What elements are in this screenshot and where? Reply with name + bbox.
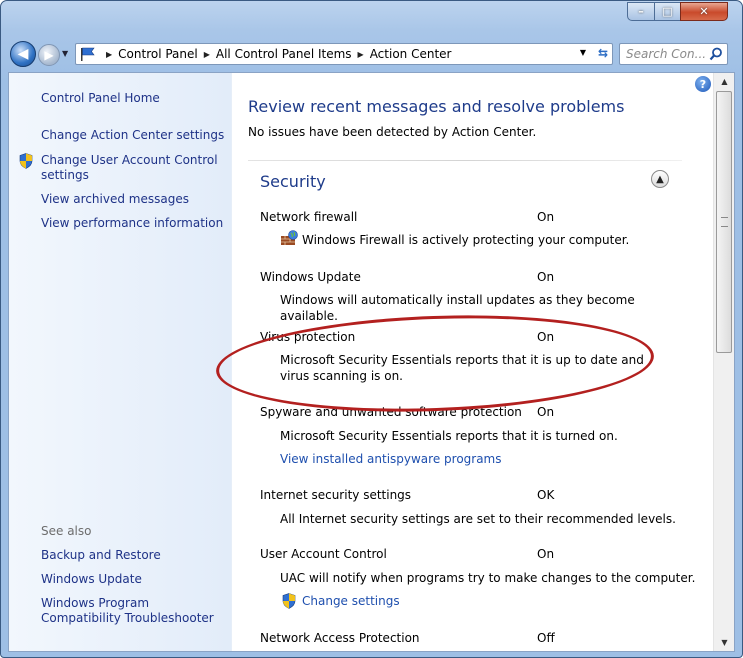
firewall-icon — [280, 230, 298, 246]
row-status-network-firewall: On — [537, 210, 555, 224]
row-status-virus-protection: On — [537, 330, 555, 344]
row-desc-virus-protection: Microsoft Security Essentials reports th… — [280, 353, 644, 383]
main-content: Review recent messages and resolve probl… — [232, 73, 713, 651]
see-also-heading: See also — [41, 524, 92, 538]
close-icon: ✕ — [699, 5, 709, 18]
page-subtitle: No issues have been detected by Action C… — [248, 125, 537, 139]
row-label-network-access-protection: Network Access Protection — [260, 631, 420, 645]
vertical-scrollbar[interactable]: ▲ ▼ — [713, 73, 734, 651]
row-status-spyware-protection: On — [537, 405, 555, 419]
breadcrumb-action-center[interactable]: Action Center — [370, 47, 452, 61]
sidebar-item-view-performance-information[interactable]: View performance information — [41, 216, 223, 231]
close-button[interactable]: ✕ — [680, 2, 728, 21]
maximize-button[interactable]: □ — [654, 2, 681, 21]
security-section-title[interactable]: Security — [260, 172, 326, 191]
title-bar[interactable]: – □ ✕ — [1, 1, 742, 37]
sidebar-item-change-action-center-settings[interactable]: Change Action Center settings — [41, 128, 224, 143]
sidebar-item-change-uac-settings[interactable]: Change User Account Control settings — [41, 153, 221, 183]
sidebar: Control Panel Home Change Action Center … — [9, 73, 232, 651]
refresh-icon[interactable]: ⇆ — [598, 46, 608, 60]
see-also-windows-update[interactable]: Windows Update — [41, 572, 142, 587]
row-label-spyware-protection: Spyware and unwanted software protection — [260, 405, 522, 419]
breadcrumb-separator-icon: ▶ — [106, 49, 113, 59]
history-dropdown-icon[interactable]: ▼ — [62, 49, 68, 58]
scrollbar-grip-icon — [721, 217, 728, 227]
row-label-internet-security: Internet security settings — [260, 488, 412, 502]
uac-shield-icon — [282, 593, 296, 609]
breadcrumb-separator-icon: ▶ — [357, 49, 364, 59]
sidebar-item-control-panel-home[interactable]: Control Panel Home — [41, 91, 160, 106]
see-also-backup-and-restore[interactable]: Backup and Restore — [41, 548, 161, 563]
client-area: Control Panel Home Change Action Center … — [8, 72, 735, 652]
row-desc-uac: UAC will notify when programs try to mak… — [280, 571, 696, 585]
row-status-network-access-protection: Off — [537, 631, 555, 645]
row-status-uac: On — [537, 547, 555, 561]
chevron-up-icon: ▲ — [656, 173, 664, 185]
action-center-flag-icon — [80, 47, 96, 61]
action-center-window: – □ ✕ ◀ ▶ ▼ ▶ Control Panel ▶ All Contro… — [0, 0, 743, 658]
search-icon[interactable] — [709, 47, 723, 61]
row-label-network-firewall: Network firewall — [260, 210, 358, 224]
scroll-up-arrow-icon[interactable]: ▲ — [714, 73, 734, 90]
forward-arrow-icon: ▶ — [44, 48, 54, 62]
section-divider — [248, 160, 682, 161]
minimize-icon: – — [638, 5, 644, 18]
uac-shield-icon — [19, 153, 33, 169]
view-antispyware-link[interactable]: View installed antispyware programs — [280, 452, 502, 466]
breadcrumb-all-items[interactable]: All Control Panel Items — [216, 47, 352, 61]
row-status-windows-update: On — [537, 270, 555, 284]
search-box[interactable]: Search Con... — [619, 43, 728, 65]
see-also-compatibility-troubleshooter[interactable]: Windows Program Compatibility Troublesho… — [41, 596, 216, 626]
row-desc-internet-security: All Internet security settings are set t… — [280, 512, 676, 526]
address-bar[interactable]: ▶ Control Panel ▶ All Control Panel Item… — [75, 43, 613, 65]
row-desc-windows-update: Windows will automatically install updat… — [280, 293, 635, 323]
row-desc-spyware-protection: Microsoft Security Essentials reports th… — [280, 429, 618, 443]
minimize-button[interactable]: – — [627, 2, 655, 21]
address-dropdown-icon[interactable]: ▼ — [580, 48, 586, 57]
back-button[interactable]: ◀ — [10, 41, 36, 67]
search-input[interactable]: Search Con... — [626, 47, 706, 61]
breadcrumb-control-panel[interactable]: Control Panel — [118, 47, 198, 61]
collapse-security-button[interactable]: ▲ — [651, 170, 669, 188]
sidebar-item-view-archived-messages[interactable]: View archived messages — [41, 192, 189, 207]
scroll-down-arrow-icon[interactable]: ▼ — [714, 634, 734, 651]
help-icon[interactable]: ? — [695, 76, 711, 92]
breadcrumb-separator-icon: ▶ — [203, 49, 210, 59]
back-arrow-icon: ◀ — [17, 46, 29, 62]
maximize-icon: □ — [662, 5, 673, 18]
row-desc-network-firewall: Windows Firewall is actively protecting … — [302, 233, 630, 247]
change-uac-settings-link[interactable]: Change settings — [302, 594, 400, 608]
row-label-uac: User Account Control — [260, 547, 387, 561]
scrollbar-thumb[interactable] — [716, 91, 732, 353]
row-label-virus-protection: Virus protection — [260, 330, 356, 344]
forward-button[interactable]: ▶ — [38, 44, 60, 66]
row-label-windows-update: Windows Update — [260, 270, 361, 284]
page-title: Review recent messages and resolve probl… — [248, 97, 625, 116]
row-status-internet-security: OK — [537, 488, 555, 502]
